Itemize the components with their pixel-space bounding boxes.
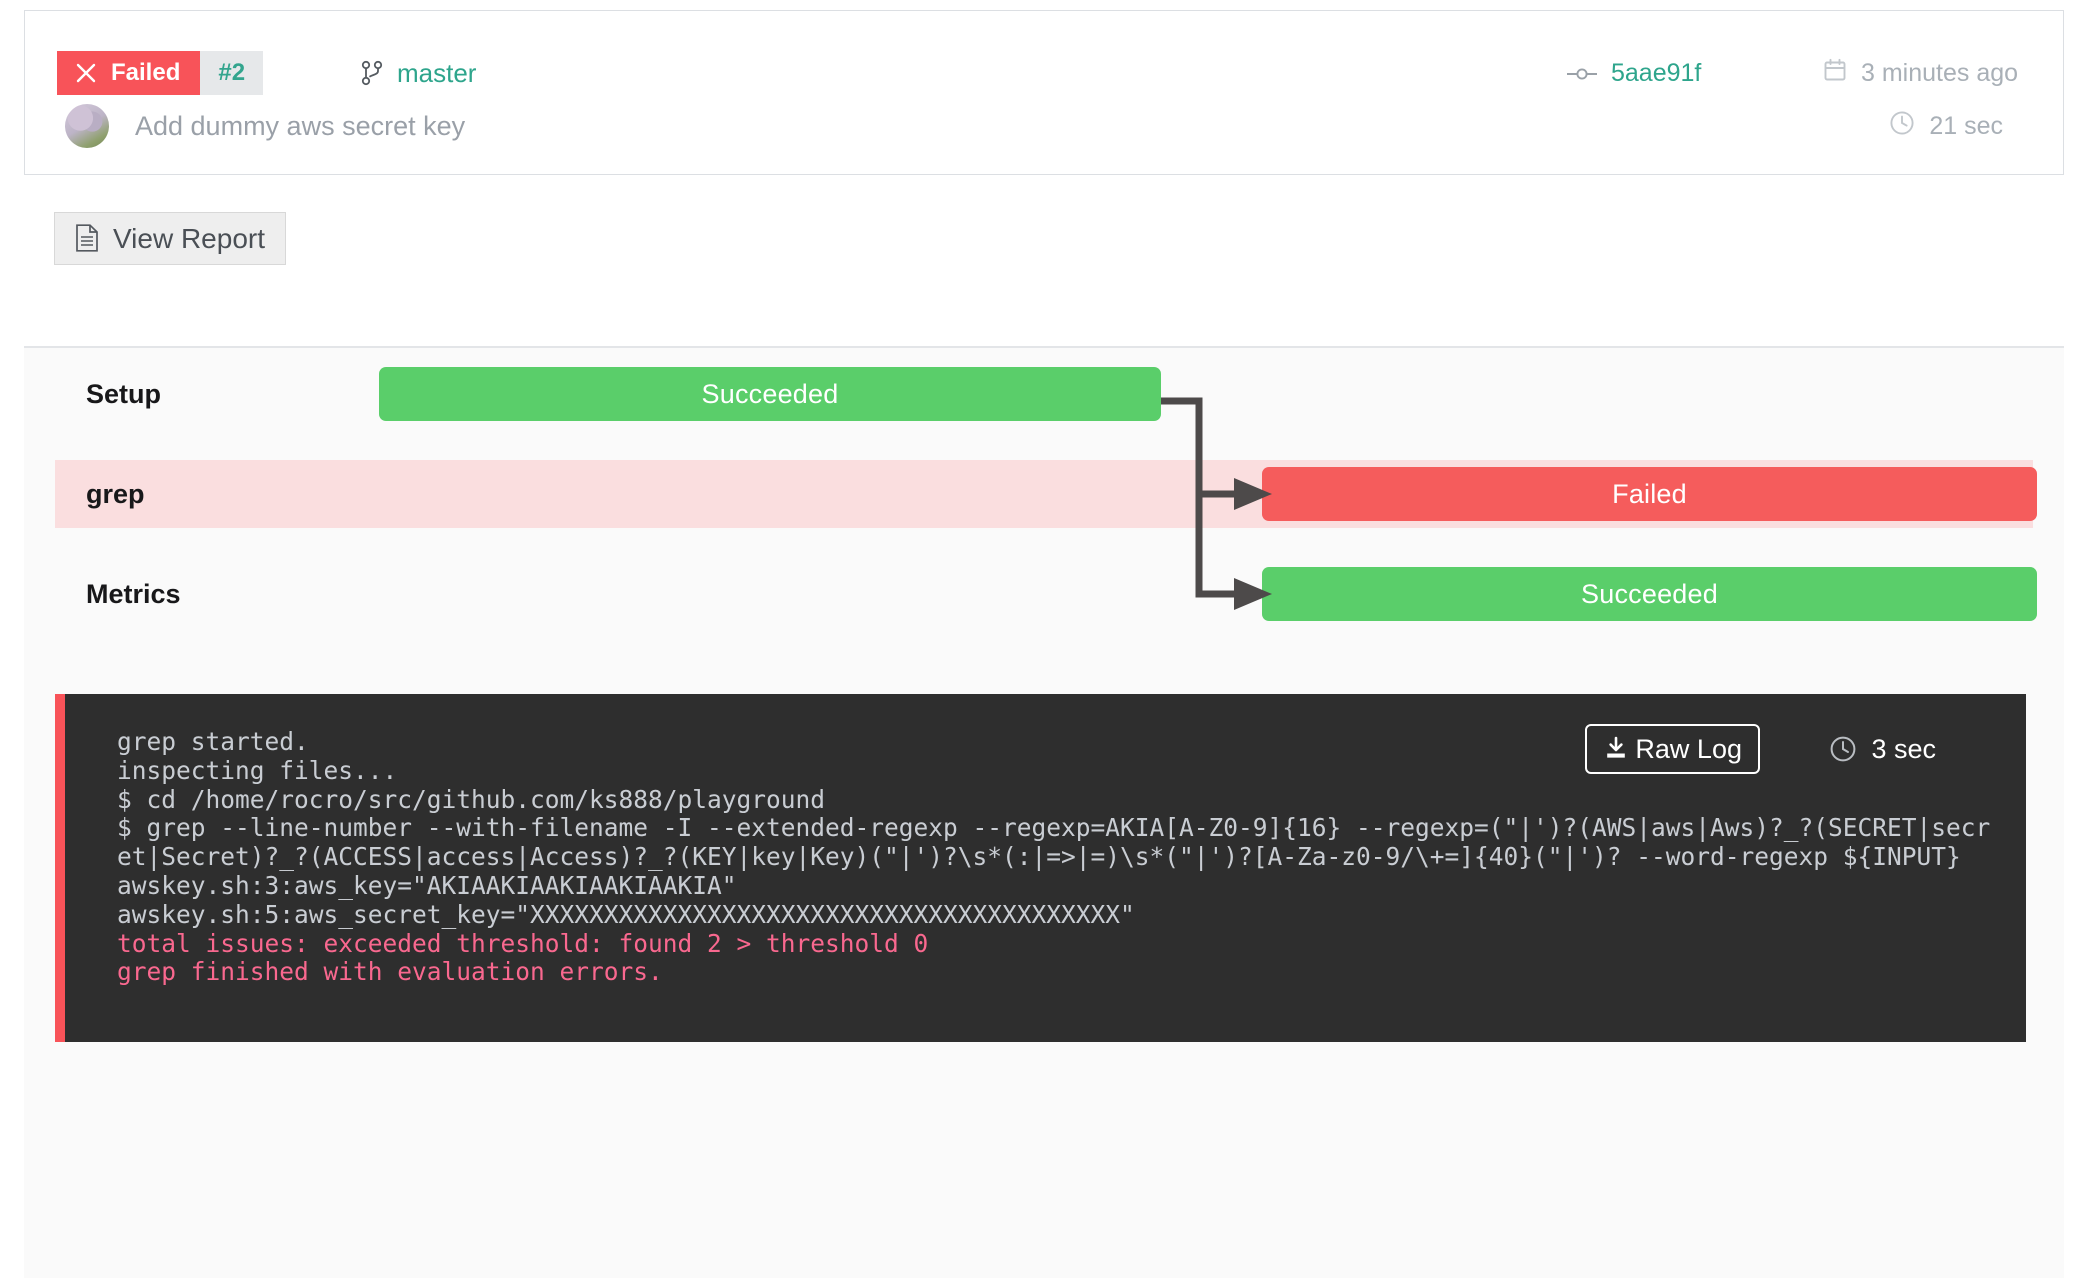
duration-label: 21 sec [1929, 112, 2003, 141]
x-icon [75, 62, 97, 84]
commit-message: Add dummy aws secret key [135, 104, 465, 148]
calendar-icon [1823, 58, 1847, 89]
avatar [65, 104, 109, 148]
pipeline-row-metrics: Metrics Succeeded [55, 560, 2033, 628]
log-line: grep finished with evaluation errors. [117, 957, 663, 986]
build-duration: 21 sec [1889, 104, 2003, 148]
stage-status-setup[interactable]: Succeeded [379, 367, 1161, 421]
log-line: $ cd /home/rocro/src/github.com/ks888/pl… [117, 785, 825, 814]
build-number: #2 [200, 51, 263, 95]
log-line: total issues: exceeded threshold: found … [117, 929, 928, 958]
started-ago-label: 3 minutes ago [1861, 59, 2018, 88]
log-output: grep started. inspecting files... $ cd /… [117, 728, 1997, 987]
branch-icon [361, 60, 383, 86]
stage-label-grep: grep [86, 460, 145, 528]
build-summary-card: Failed #2 master [24, 10, 2064, 175]
clock-icon [1889, 110, 1915, 143]
log-line: awskey.sh:5:aws_secret_key="XXXXXXXXXXXX… [117, 900, 1135, 929]
log-line: $ grep --line-number --with-filename -I … [117, 813, 1990, 871]
build-started-time: 3 minutes ago [1823, 51, 2018, 95]
stage-label-metrics: Metrics [86, 560, 181, 628]
build-status-badge[interactable]: Failed #2 [57, 51, 263, 95]
log-line: awskey.sh:3:aws_key="AKIAAKIAAKIAAKIAAKI… [117, 871, 737, 900]
stage-status-metrics[interactable]: Succeeded [1262, 567, 2037, 621]
pipeline-row-setup: Setup Succeeded [55, 360, 2033, 428]
log-line: grep started. [117, 727, 309, 756]
stage-label-setup: Setup [86, 360, 161, 428]
branch-name: master [397, 58, 476, 89]
commit-row: Add dummy aws secret key 21 sec [25, 116, 2063, 160]
log-line: inspecting files... [117, 756, 397, 785]
pipeline-graph: Setup Succeeded grep Failed Metrics Succ… [24, 348, 2064, 658]
commit-link[interactable]: 5aae91f [1567, 51, 1701, 95]
pipeline-row-grep[interactable]: grep Failed [55, 460, 2033, 528]
document-icon [75, 224, 101, 254]
commit-sha: 5aae91f [1611, 59, 1701, 88]
view-report-button[interactable]: View Report [54, 212, 286, 265]
status-label: Failed [111, 59, 180, 87]
build-header-row: Failed #2 master [25, 51, 2063, 95]
status-badge-left: Failed [57, 51, 200, 95]
log-panel: Raw Log 3 sec grep started. inspecting f… [55, 694, 2026, 1042]
build-detail-section: Setup Succeeded grep Failed Metrics Succ… [24, 346, 2064, 1278]
stage-status-grep[interactable]: Failed [1262, 467, 2037, 521]
branch-link[interactable]: master [361, 51, 476, 95]
view-report-label: View Report [113, 223, 265, 255]
commit-icon [1567, 59, 1597, 88]
